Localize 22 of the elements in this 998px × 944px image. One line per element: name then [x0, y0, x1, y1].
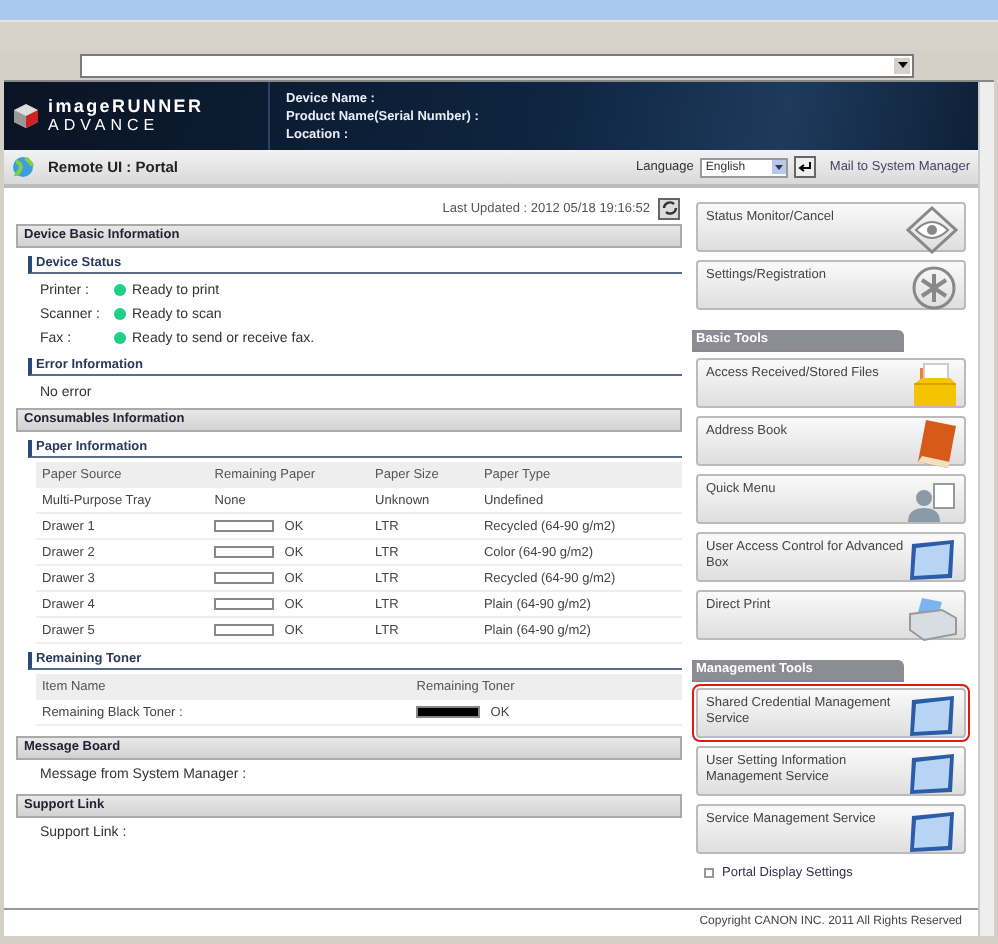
dropdown-arrow-icon[interactable] [894, 57, 910, 73]
monitor-icon [906, 694, 958, 738]
book-icon [914, 418, 958, 470]
person-icon [906, 480, 958, 524]
file-box-icon [910, 362, 958, 410]
monitor-icon [906, 810, 958, 854]
address-field[interactable] [80, 53, 914, 77]
eye-icon [906, 206, 958, 254]
dropdown-arrow-icon[interactable] [771, 160, 786, 174]
monitor-icon [906, 752, 958, 796]
cube-logo-icon [12, 102, 40, 130]
logo-subtext: ADVANCE [48, 116, 162, 136]
printer-icon [906, 594, 958, 642]
apply-button[interactable] [793, 156, 816, 178]
globe-icon [12, 156, 34, 178]
toner-level-bar [416, 706, 481, 718]
logo-text: imageRUNNER [48, 96, 204, 116]
scrollbar[interactable] [978, 82, 994, 936]
asterisk-icon [910, 264, 958, 312]
refresh-button[interactable] [658, 197, 680, 219]
square-bullet-icon [704, 868, 714, 878]
monitor-icon [906, 538, 958, 582]
